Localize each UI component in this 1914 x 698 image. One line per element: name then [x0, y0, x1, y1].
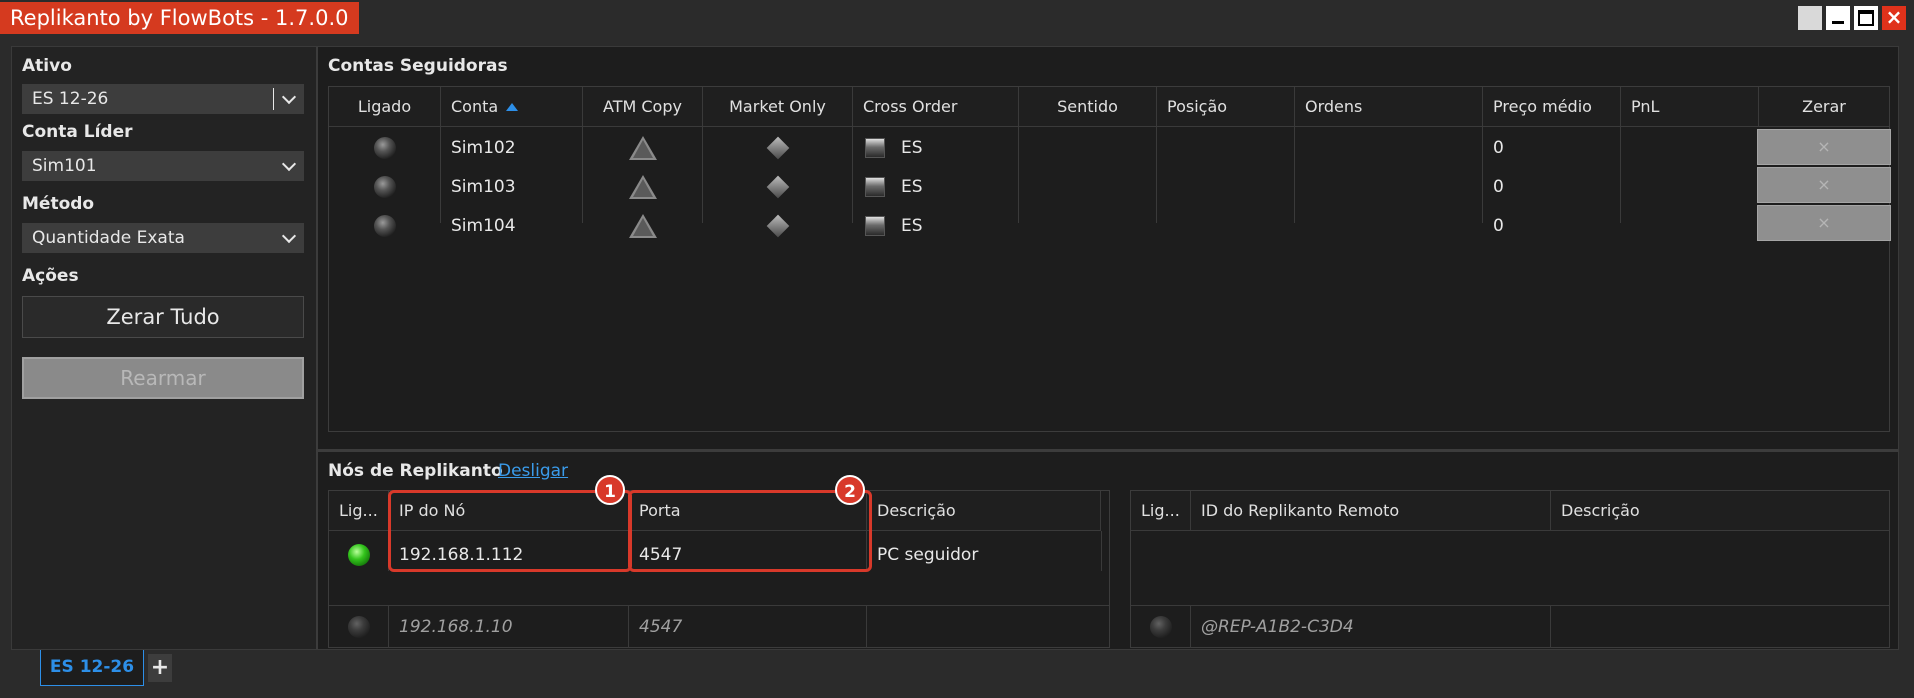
right-panel: Contas Seguidoras Ligado Conta ATM Copy …	[318, 47, 1898, 649]
remote-id-cell: @REP-A1B2-C3D4	[1201, 617, 1354, 637]
col-preco-medio[interactable]: Preço médio	[1483, 87, 1621, 127]
metodo-label: Método	[22, 194, 95, 214]
col-ordens[interactable]: Ordens	[1295, 87, 1483, 127]
market-only-toggle[interactable]	[766, 175, 790, 199]
col-divider	[1294, 127, 1295, 223]
col-divider	[1018, 127, 1019, 223]
zerar-row-button[interactable]: ×	[1757, 205, 1891, 241]
col-ligado[interactable]: Ligado	[329, 87, 441, 127]
followers-grid: Ligado Conta ATM Copy Market Only Cross …	[328, 86, 1891, 432]
col-id-replikanto-remoto[interactable]: ID do Replikanto Remoto	[1191, 491, 1551, 531]
main-frame: Ativo ES 12-26 Conta Líder Sim101 Método…	[11, 46, 1899, 650]
maximize-button[interactable]	[1854, 6, 1878, 30]
conta-cell: Sim103	[451, 177, 516, 197]
preco-medio-cell: 0	[1493, 216, 1504, 236]
metodo-select[interactable]: Quantidade Exata	[22, 223, 304, 253]
remote-ligado-indicator[interactable]	[1150, 616, 1172, 638]
annotation-badge-2: 2	[835, 475, 865, 505]
panel-splitter[interactable]	[318, 449, 1898, 452]
cross-order-value: ES	[901, 216, 923, 236]
conta-cell: Sim104	[451, 216, 516, 236]
col-conta-label: Conta	[451, 97, 499, 116]
contas-seguidoras-title: Contas Seguidoras	[328, 56, 508, 76]
node-ip-cell: 192.168.1.10	[399, 617, 513, 637]
atm-copy-toggle[interactable]	[629, 214, 657, 238]
app-title: Replikanto by FlowBots - 1.7.0.0	[0, 2, 359, 34]
chevron-down-icon	[280, 84, 298, 114]
node-ligado-indicator[interactable]	[348, 544, 370, 566]
cross-order-value: ES	[901, 138, 923, 158]
ligado-toggle[interactable]	[374, 137, 396, 159]
atm-copy-toggle[interactable]	[629, 136, 657, 160]
ligado-toggle[interactable]	[374, 215, 396, 237]
acoes-label: Ações	[22, 266, 79, 286]
market-only-toggle[interactable]	[766, 136, 790, 160]
col-zerar[interactable]: Zerar	[1759, 87, 1889, 127]
cross-order-toggle[interactable]	[865, 177, 885, 197]
market-only-toggle[interactable]	[766, 214, 790, 238]
close-button[interactable]: ×	[1882, 6, 1906, 30]
minimize-button[interactable]	[1826, 6, 1850, 30]
remote-desc-cell	[1551, 611, 1561, 643]
ligado-toggle[interactable]	[374, 176, 396, 198]
col-lig[interactable]: Lig...	[329, 491, 389, 531]
col-sentido[interactable]: Sentido	[1019, 87, 1157, 127]
col-market-only[interactable]: Market Only	[703, 87, 853, 127]
window-blank-button[interactable]	[1798, 6, 1822, 30]
select-separator	[273, 88, 274, 110]
cross-order-toggle[interactable]	[865, 138, 885, 158]
conta-lider-label: Conta Líder	[22, 122, 133, 142]
conta-lider-value: Sim101	[32, 156, 97, 176]
ativo-value: ES 12-26	[32, 89, 109, 109]
highlight-porta-box	[628, 490, 872, 572]
ativo-select[interactable]: ES 12-26	[22, 84, 304, 114]
col-atm-copy[interactable]: ATM Copy	[583, 87, 703, 127]
node-desc-cell: PC seguidor	[877, 545, 979, 565]
conta-lider-select[interactable]: Sim101	[22, 151, 304, 181]
conta-cell: Sim102	[451, 138, 516, 158]
node-desc-cell	[867, 611, 877, 643]
tab-es-12-26[interactable]: ES 12-26	[40, 650, 144, 686]
row-divider	[1131, 605, 1889, 606]
col-divider	[1101, 531, 1102, 571]
zerar-row-button[interactable]: ×	[1757, 129, 1891, 165]
rearmar-button[interactable]: Rearmar	[22, 357, 304, 399]
atm-copy-toggle[interactable]	[629, 175, 657, 199]
remote-nodes-grid: Lig... ID do Replikanto Remoto Descrição…	[1130, 490, 1890, 648]
highlight-ip-box	[388, 490, 632, 572]
col-divider	[1156, 127, 1157, 223]
zerar-row-button[interactable]: ×	[1757, 167, 1891, 203]
metodo-value: Quantidade Exata	[32, 228, 185, 248]
chevron-down-icon	[280, 223, 298, 253]
col-descricao-remote[interactable]: Descrição	[1551, 491, 1889, 531]
col-cross-order[interactable]: Cross Order	[853, 87, 1019, 127]
preco-medio-cell: 0	[1493, 138, 1504, 158]
col-divider	[852, 127, 853, 223]
preco-medio-cell: 0	[1493, 177, 1504, 197]
sort-ascending-icon	[506, 102, 519, 111]
left-panel: Ativo ES 12-26 Conta Líder Sim101 Método…	[12, 47, 318, 649]
row-divider	[329, 605, 1109, 606]
col-descricao[interactable]: Descrição	[867, 491, 1101, 531]
node-port-cell: 4547	[639, 617, 683, 637]
col-divider	[1620, 127, 1621, 223]
zerar-tudo-button[interactable]: Zerar Tudo	[22, 296, 304, 338]
col-divider	[582, 127, 583, 223]
annotation-badge-1: 1	[595, 475, 625, 505]
nos-replikanto-title: Nós de Replikanto	[328, 461, 503, 481]
chevron-down-icon	[280, 151, 298, 181]
cross-order-toggle[interactable]	[865, 216, 885, 236]
desligar-link[interactable]: Desligar	[498, 461, 568, 481]
add-tab-button[interactable]: +	[148, 654, 172, 682]
col-conta[interactable]: Conta	[441, 87, 583, 127]
title-bar: Replikanto by FlowBots - 1.7.0.0 ×	[0, 0, 1914, 36]
cross-order-value: ES	[901, 177, 923, 197]
col-divider	[702, 127, 703, 223]
node-ligado-indicator[interactable]	[348, 616, 370, 638]
col-posicao[interactable]: Posição	[1157, 87, 1295, 127]
col-lig-remote[interactable]: Lig...	[1131, 491, 1191, 531]
ativo-label: Ativo	[22, 56, 72, 76]
col-pnl[interactable]: PnL	[1621, 87, 1759, 127]
